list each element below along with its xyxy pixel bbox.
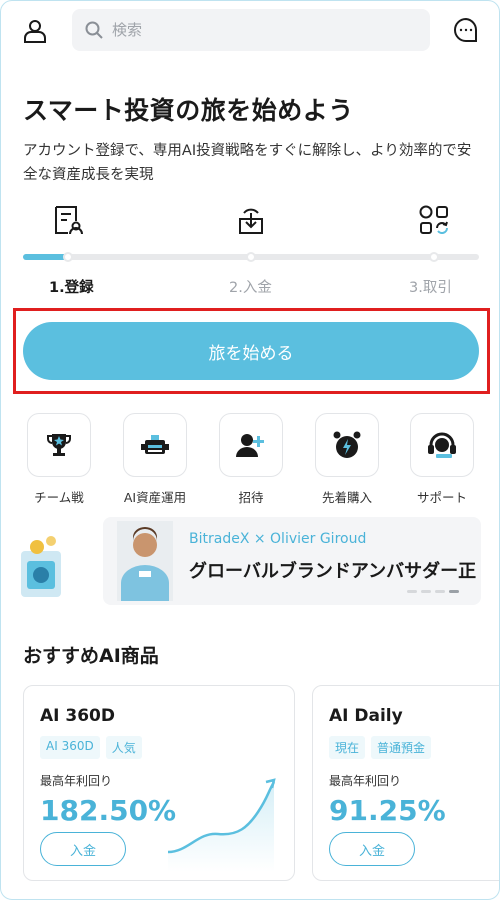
product-tag: 人気 — [105, 736, 142, 759]
search-bar[interactable] — [72, 9, 430, 51]
quick-menu-label: サポート — [416, 490, 467, 505]
step-label-register: 1.登録 — [49, 280, 94, 296]
product-tag: AI 360D — [40, 736, 100, 759]
chat-icon[interactable] — [453, 17, 479, 43]
step-dot-1 — [63, 252, 73, 262]
headset-icon — [428, 432, 456, 458]
step-label-deposit: 2.入金 — [229, 280, 272, 296]
pager-dot — [421, 590, 431, 593]
deposit-step-icon — [234, 203, 268, 237]
search-icon — [85, 21, 103, 39]
rate-value: 182.50% — [40, 794, 177, 827]
quick-menu-tile — [27, 413, 91, 477]
onboarding-progress-bar — [23, 252, 479, 262]
quick-menu-label: チーム戦 — [34, 490, 84, 505]
rate-value: 91.25% — [329, 794, 446, 827]
product-card-ai-daily[interactable]: AI Daily 現在 普通預金 最高年利回り 91.25% 入金 — [312, 685, 499, 881]
step-dot-3 — [429, 252, 439, 262]
rate-label: 最高年利回り — [329, 774, 402, 788]
trophy-icon — [47, 434, 71, 456]
pager-dot — [407, 590, 417, 593]
quick-menu-invite[interactable]: 招待 — [216, 413, 286, 506]
banner-pager — [407, 590, 459, 593]
product-name: AI Daily — [329, 706, 403, 726]
quick-menu-label: AI資産運用 — [123, 490, 187, 505]
quick-menu-tile — [410, 413, 474, 477]
pager-dot-active — [449, 590, 459, 593]
top-bar — [1, 9, 499, 51]
quick-menu-label: 招待 — [238, 490, 264, 505]
deposit-button[interactable]: 入金 — [40, 832, 126, 866]
quick-menu-tile — [123, 413, 187, 477]
quick-menu-ai-asset[interactable]: AI資産運用 — [120, 413, 190, 506]
hero-title: スマート投資の旅を始めよう — [23, 96, 354, 125]
add-user-icon — [236, 434, 264, 457]
robot-icon — [141, 435, 169, 454]
step-label-trade: 3.取引 — [409, 280, 452, 296]
pager-dot — [435, 590, 445, 593]
trade-step-icon — [417, 203, 451, 237]
quick-menu-tile — [219, 413, 283, 477]
hero-description: アカウント登録で、専用AI投資戦略をすぐに解除し、より効率的で安全な資産成長を実… — [23, 143, 472, 183]
product-tag: 現在 — [329, 736, 366, 759]
search-input[interactable] — [112, 21, 402, 39]
ambassador-portrait — [117, 521, 173, 601]
piggy-bank-illustration — [21, 521, 81, 601]
quick-menu-first-purchase[interactable]: 先着購入 — [312, 413, 382, 506]
alarm-clock-icon — [333, 431, 361, 458]
trend-sparkline — [168, 778, 276, 872]
banner-subtitle: BitradeX × Olivier Giroud — [189, 531, 367, 547]
product-tags: AI 360D 人気 — [40, 736, 142, 759]
ambassador-banner[interactable]: BitradeX × Olivier Giroud グローバルブランドアンバサダ… — [103, 517, 481, 605]
rate-label: 最高年利回り — [40, 774, 113, 788]
deposit-button[interactable]: 入金 — [329, 832, 415, 866]
account-icon[interactable] — [21, 17, 49, 45]
product-card-ai-360d[interactable]: AI 360D AI 360D 人気 最高年利回り 182.50% 入金 — [23, 685, 295, 881]
product-tag: 普通預金 — [371, 736, 432, 759]
quick-menu-tile — [315, 413, 379, 477]
register-step-icon — [51, 203, 85, 237]
product-name: AI 360D — [40, 706, 115, 726]
quick-menu-team-battle[interactable]: チーム戦 — [24, 413, 94, 506]
section-title-recommended: おすすめAI商品 — [23, 645, 159, 667]
product-tags: 現在 普通預金 — [329, 736, 432, 759]
start-journey-button[interactable]: 旅を始める — [23, 322, 479, 380]
app-frame: スマート投資の旅を始めよう アカウント登録で、専用AI投資戦略をすぐに解除し、よ… — [0, 0, 500, 900]
progress-fill — [23, 254, 69, 260]
quick-menu-label: 先着購入 — [321, 490, 372, 505]
quick-menu-support[interactable]: サポート — [407, 413, 477, 506]
step-dot-2 — [246, 252, 256, 262]
banner-title: グローバルブランドアンバサダー正 — [189, 561, 477, 582]
